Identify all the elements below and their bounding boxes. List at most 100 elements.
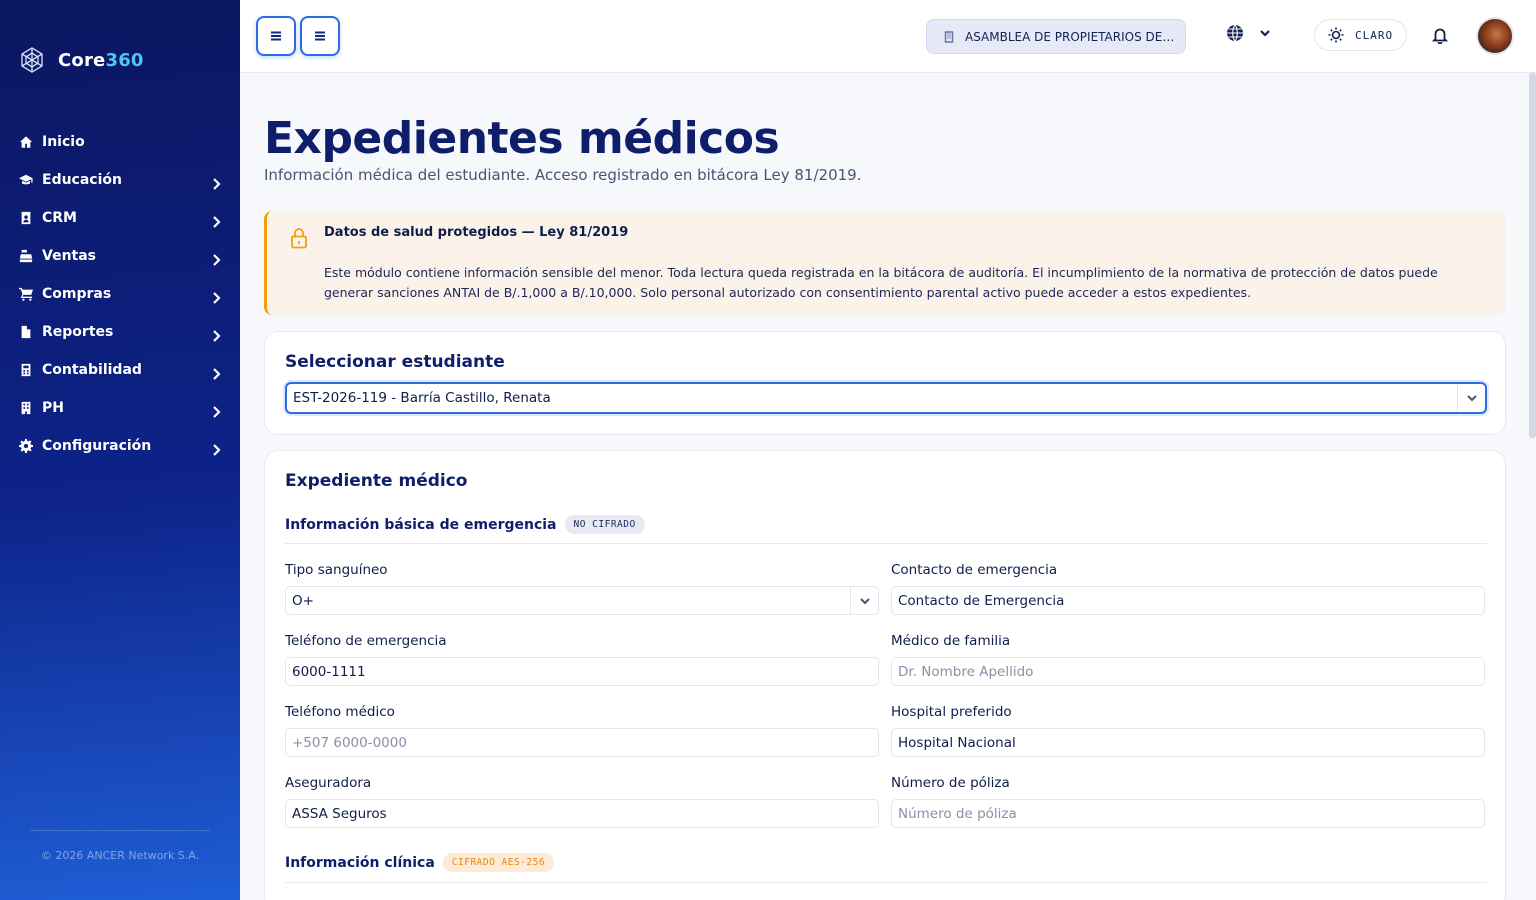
- chevron-down-icon: [859, 597, 870, 604]
- select-dropdown-toggle[interactable]: [1457, 384, 1485, 412]
- sidebar-item-label: PH: [42, 400, 64, 416]
- sidebar-item-configuracion[interactable]: Configuración: [0, 427, 240, 465]
- field-label: Aseguradora: [285, 775, 372, 791]
- home-icon: [18, 134, 34, 150]
- shopping-cart-icon: [18, 286, 34, 302]
- chevron-down-icon: [1260, 30, 1270, 37]
- sidebar-item-contabilidad[interactable]: Contabilidad: [0, 351, 240, 389]
- notifications-button[interactable]: [1431, 26, 1451, 46]
- field-value: Contacto de Emergencia: [898, 593, 1065, 609]
- page-title: Expedientes médicos: [264, 113, 780, 164]
- chevron-right-icon: [212, 289, 222, 304]
- emergency-contact-input[interactable]: Contacto de Emergencia: [891, 586, 1485, 615]
- building-icon: [944, 30, 954, 43]
- field-label: Número de póliza: [891, 775, 1010, 791]
- sidebar-item-label: Compras: [42, 286, 112, 302]
- organization-selector[interactable]: ASAMBLEA DE PROPIETARIOS DE ...: [926, 19, 1186, 54]
- language-selector[interactable]: [1226, 24, 1272, 42]
- family-doctor-field: Médico de familia Dr. Nombre Apellido: [891, 633, 1485, 686]
- student-select[interactable]: EST-2026-119 - Barría Castillo, Renata: [285, 382, 1487, 414]
- sidebar-item-label: Ventas: [42, 248, 97, 264]
- emergency-phone-input[interactable]: 6000-1111: [285, 657, 879, 686]
- student-select-card: Seleccionar estudiante EST-2026-119 - Ba…: [264, 331, 1506, 435]
- field-label: Hospital preferido: [891, 704, 1012, 720]
- brand-logo[interactable]: Core360: [18, 46, 144, 74]
- section-clinical-header: Información clínica CIFRADO AES-256: [285, 853, 555, 872]
- sidebar-item-label: CRM: [42, 210, 77, 226]
- status-badge: NO CIFRADO: [564, 515, 645, 534]
- core360-logo-icon: [21, 47, 43, 73]
- chevron-down-icon: [1466, 395, 1477, 402]
- family-doctor-input[interactable]: Dr. Nombre Apellido: [891, 657, 1485, 686]
- blood-type-select[interactable]: O+: [285, 586, 879, 615]
- sidebar: Core360 Inicio Educación CRM Ventas Comp…: [0, 0, 240, 900]
- field-label: Teléfono de emergencia: [285, 633, 447, 649]
- sidebar-item-label: Inicio: [42, 134, 85, 150]
- sidebar-item-label: Contabilidad: [42, 362, 142, 378]
- field-value: Hospital Nacional: [898, 735, 1016, 751]
- sidebar-item-ventas[interactable]: Ventas: [0, 237, 240, 275]
- organization-name: ASAMBLEA DE PROPIETARIOS DE ...: [965, 29, 1175, 44]
- field-value: 6000-1111: [292, 664, 366, 680]
- encryption-badge: CIFRADO AES-256: [442, 853, 555, 872]
- copyright-text: © 2026 ANCER Network S.A.: [40, 849, 200, 862]
- field-label: Contacto de emergencia: [891, 562, 1058, 578]
- alert-body: Este módulo contiene información sensibl…: [324, 265, 1438, 300]
- medical-phone-input[interactable]: +507 6000-0000: [285, 728, 879, 757]
- sidebar-item-label: Reportes: [42, 324, 114, 340]
- emergency-contact-field: Contacto de emergencia Contacto de Emerg…: [891, 562, 1485, 615]
- sidebar-nav: Inicio Educación CRM Ventas Compras Repo…: [0, 123, 240, 465]
- field-placeholder: Número de póliza: [898, 806, 1017, 822]
- file-report-icon: [18, 324, 34, 340]
- chevron-right-icon: [212, 327, 222, 342]
- menu-icon: [271, 31, 281, 41]
- policy-number-input[interactable]: Número de póliza: [891, 799, 1485, 828]
- sidebar-item-inicio[interactable]: Inicio: [0, 123, 240, 161]
- card-title: Expediente médico: [285, 471, 468, 491]
- policy-number-field: Número de póliza Número de póliza: [891, 775, 1485, 828]
- card-title: Seleccionar estudiante: [285, 352, 505, 372]
- blood-type-field: Tipo sanguíneo O+: [285, 562, 879, 615]
- cash-register-icon: [18, 248, 34, 264]
- brand-name: Core360: [58, 49, 144, 71]
- topbar: ASAMBLEA DE PROPIETARIOS DE ... CLARO: [240, 0, 1536, 73]
- sidebar-item-ph[interactable]: PH: [0, 389, 240, 427]
- alert-title: Datos de salud protegidos — Ley 81/2019: [324, 225, 629, 240]
- theme-toggle[interactable]: CLARO: [1314, 19, 1407, 51]
- toggle-sidebar-button[interactable]: [256, 16, 296, 56]
- section-divider: [285, 543, 1487, 544]
- field-value: ASSA Seguros: [292, 806, 387, 822]
- sidebar-item-compras[interactable]: Compras: [0, 275, 240, 313]
- section-basic-header: Información básica de emergencia NO CIFR…: [285, 515, 645, 534]
- sidebar-item-educacion[interactable]: Educación: [0, 161, 240, 199]
- field-label: Médico de familia: [891, 633, 1011, 649]
- preferred-hospital-input[interactable]: Hospital Nacional: [891, 728, 1485, 757]
- insurer-input[interactable]: ASSA Seguros: [285, 799, 879, 828]
- select-dropdown-toggle[interactable]: [850, 587, 878, 614]
- chevron-right-icon: [212, 365, 222, 380]
- field-placeholder: +507 6000-0000: [292, 735, 407, 751]
- insurer-field: Aseguradora ASSA Seguros: [285, 775, 879, 828]
- privacy-alert: Datos de salud protegidos — Ley 81/2019 …: [264, 211, 1506, 315]
- scrollbar[interactable]: [1529, 73, 1536, 438]
- gear-icon: [18, 438, 34, 454]
- address-book-icon: [18, 210, 34, 226]
- lock-icon: [289, 227, 309, 249]
- page-subtitle: Información médica del estudiante. Acces…: [264, 166, 862, 184]
- preferred-hospital-field: Hospital preferido Hospital Nacional: [891, 704, 1485, 757]
- user-avatar[interactable]: [1476, 17, 1514, 55]
- chevron-right-icon: [212, 403, 222, 418]
- sidebar-item-reportes[interactable]: Reportes: [0, 313, 240, 351]
- medical-phone-field: Teléfono médico +507 6000-0000: [285, 704, 879, 757]
- emergency-phone-field: Teléfono de emergencia 6000-1111: [285, 633, 879, 686]
- bell-icon: [1431, 28, 1449, 45]
- field-label: Teléfono médico: [285, 704, 395, 720]
- sidebar-item-label: Educación: [42, 172, 122, 188]
- chevron-right-icon: [212, 251, 222, 266]
- menu-icon: [315, 31, 325, 41]
- menu-button[interactable]: [300, 16, 340, 56]
- globe-icon: [1227, 24, 1243, 42]
- field-value: O+: [292, 593, 314, 609]
- sidebar-divider: [30, 830, 210, 831]
- sidebar-item-crm[interactable]: CRM: [0, 199, 240, 237]
